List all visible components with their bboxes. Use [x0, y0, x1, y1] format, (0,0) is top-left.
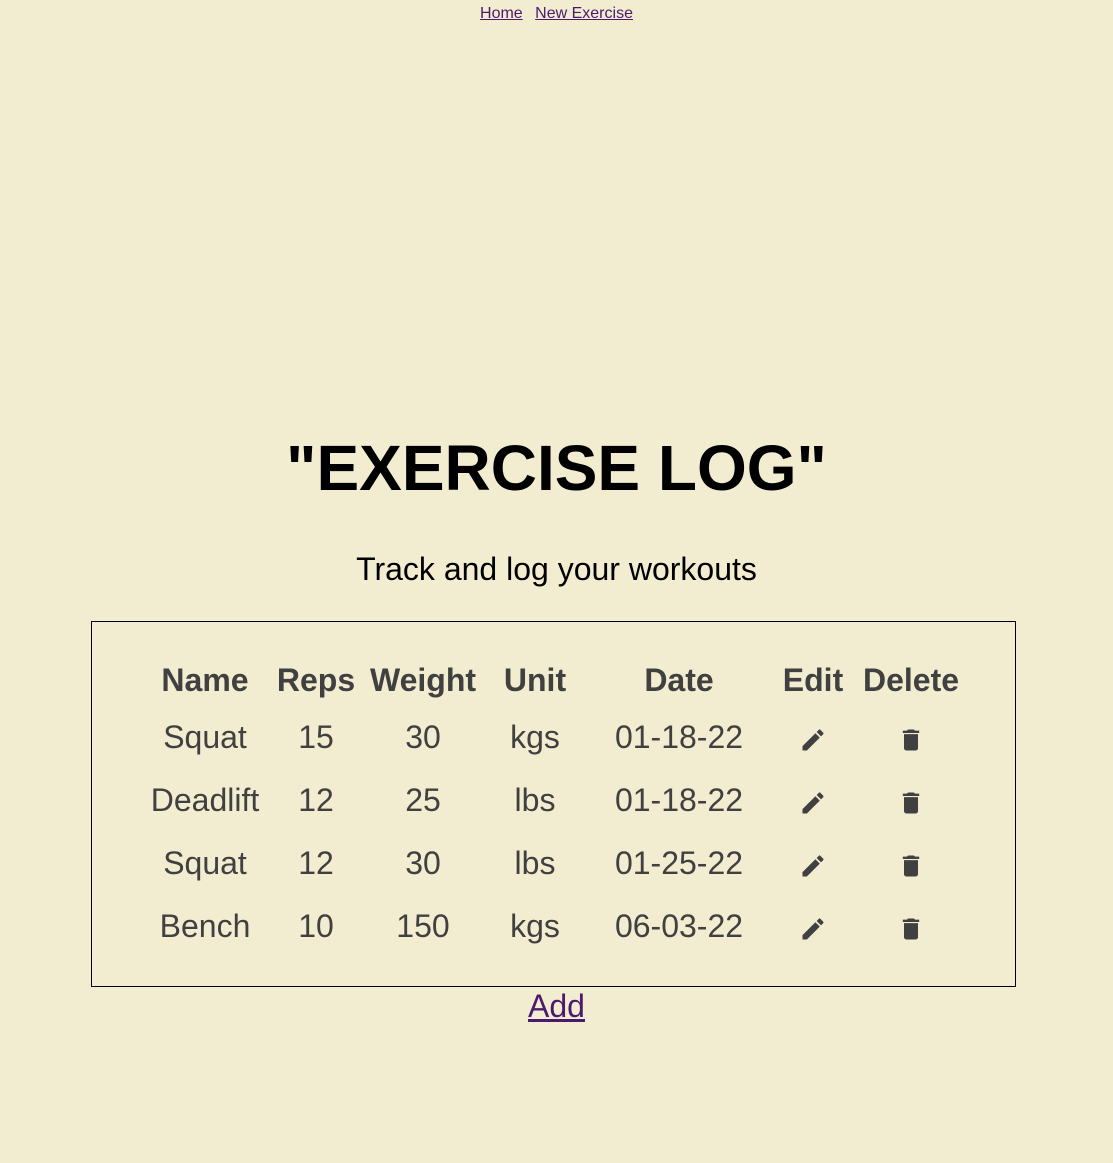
table-row: Squat 12 30 lbs 01-25-22: [140, 832, 968, 895]
exercise-table: Name Reps Weight Unit Date Edit Delete S…: [140, 650, 968, 958]
add-exercise-link[interactable]: Add: [528, 988, 585, 1024]
cell-date: 01-18-22: [614, 782, 744, 818]
cell-edit: [772, 832, 854, 895]
cell-weight: 30: [405, 845, 441, 881]
cell-date: 06-03-22: [614, 908, 744, 944]
page-subtitle: Track and log your workouts: [356, 551, 757, 587]
cell-reps: 12: [298, 845, 334, 881]
header-date: Date: [644, 661, 714, 698]
trash-icon[interactable]: [897, 915, 925, 943]
cell-unit: kgs: [510, 908, 560, 944]
cell-edit: [772, 895, 854, 958]
cell-name: Squat: [163, 845, 247, 881]
cell-reps: 15: [298, 719, 334, 755]
cell-reps: 10: [298, 908, 334, 944]
cell-name: Squat: [163, 719, 247, 755]
page-title: "EXERCISE LOG": [286, 432, 827, 504]
cell-unit: lbs: [514, 782, 556, 818]
exercise-table-container: Name Reps Weight Unit Date Edit Delete S…: [91, 621, 1016, 987]
header-edit: Edit: [782, 661, 844, 698]
cell-weight: 30: [405, 719, 441, 755]
header-weight: Weight: [369, 661, 477, 698]
table-header-row: Name Reps Weight Unit Date Edit Delete: [140, 650, 968, 706]
pencil-icon[interactable]: [799, 726, 827, 754]
header-delete: Delete: [862, 661, 960, 698]
cell-edit: [772, 706, 854, 769]
nav-home-link[interactable]: Home: [480, 5, 523, 22]
cell-unit: kgs: [510, 719, 560, 755]
top-nav: Home New Exercise: [0, 5, 1113, 23]
add-link-container: Add: [0, 986, 1113, 1026]
pencil-icon[interactable]: [799, 789, 827, 817]
cell-weight: 150: [396, 908, 450, 944]
cell-date: 01-25-22: [614, 845, 744, 881]
cell-reps: 12: [298, 782, 334, 818]
pencil-icon[interactable]: [799, 915, 827, 943]
cell-delete: [854, 895, 968, 958]
header-name: Name: [161, 661, 249, 698]
cell-edit: [772, 769, 854, 832]
cell-unit: lbs: [514, 845, 556, 881]
pencil-icon[interactable]: [799, 852, 827, 880]
trash-icon[interactable]: [897, 852, 925, 880]
table-row: Bench 10 150 kgs 06-03-22: [140, 895, 968, 958]
cell-delete: [854, 769, 968, 832]
cell-delete: [854, 706, 968, 769]
cell-delete: [854, 832, 968, 895]
cell-weight: 25: [405, 782, 441, 818]
trash-icon[interactable]: [897, 789, 925, 817]
header-unit: Unit: [503, 661, 567, 698]
cell-name: Bench: [159, 908, 251, 944]
nav-new-exercise-link[interactable]: New Exercise: [535, 5, 633, 22]
trash-icon[interactable]: [897, 726, 925, 754]
table-row: Squat 15 30 kgs 01-18-22: [140, 706, 968, 769]
cell-date: 01-18-22: [614, 719, 744, 755]
header-reps: Reps: [276, 661, 356, 698]
table-row: Deadlift 12 25 lbs 01-18-22: [140, 769, 968, 832]
cell-name: Deadlift: [150, 782, 260, 818]
